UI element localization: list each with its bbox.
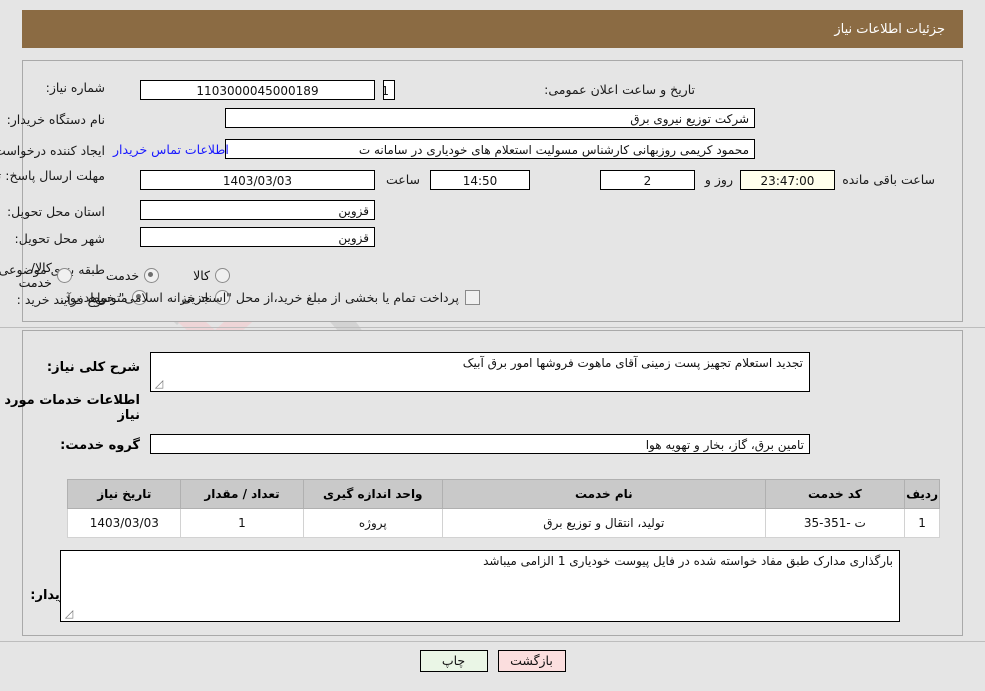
city-label: شهر محل تحویل: (14, 231, 105, 246)
service-group-value: تامین برق، گاز، بخار و تهویه هوا (150, 434, 810, 454)
province-label: استان محل تحویل: (6, 204, 105, 219)
page-title-bar: جزئیات اطلاعات نیاز (22, 10, 963, 48)
need-number-label: شماره نیاز: (45, 80, 105, 95)
table-row: 1ت -351-35 تولید، انتقال و توزیع برق پروژه… (67, 508, 940, 538)
cell-need-date: 1403/03/03 (67, 508, 182, 538)
summary-label: شرح کلی نیاز: (46, 360, 140, 375)
category-radio-group: کالا خدمت کالا/خدمت (0, 260, 230, 290)
summary-text: تجدید استعلام تجهیز پست زمینی آقای ماهوت… (462, 356, 803, 370)
province-value: قزوین (140, 200, 375, 220)
page-title: جزئیات اطلاعات نیاز (834, 21, 945, 37)
deadline-time-label: ساعت (385, 172, 420, 187)
need-number-value: 1103000045000189 (140, 80, 375, 100)
treasury-bond-checkbox[interactable] (465, 290, 480, 305)
cell-row-no: 1 (904, 508, 940, 538)
column-header-1: کد خدمت (764, 479, 906, 509)
deadline-date: 1403/03/03 (140, 170, 375, 190)
buyer-org-label: نام دستگاه خریدار: (6, 112, 105, 127)
buyer-notes-text: بارگذاری مدارک طبق مفاد خواسته شده در فا… (483, 554, 893, 568)
section-divider (0, 327, 985, 328)
category-radio-2[interactable] (56, 267, 72, 283)
requester-value: محمود کریمی روزبهانی کارشناس مسولیت استع… (225, 139, 755, 159)
service-group-label: گروه خدمت: (60, 438, 140, 453)
buyer-notes-textarea[interactable]: بارگذاری مدارک طبق مفاد خواسته شده در فا… (60, 550, 900, 622)
category-label-2: کالا/خدمت (18, 260, 52, 290)
remaining-days: 2 (600, 170, 695, 190)
column-header-3: واحد اندازه گیری (302, 479, 444, 509)
category-label-1: خدمت (105, 267, 140, 283)
services-heading: اطلاعات خدمات مورد نیاز (4, 393, 140, 423)
deadline-time: 14:50 (430, 170, 530, 190)
column-header-4: تعداد / مقدار (180, 479, 304, 509)
cell-unit: پروژه (302, 508, 444, 538)
print-button[interactable]: چاپ (419, 650, 488, 672)
category-radio-0[interactable] (215, 267, 230, 283)
resize-handle-icon[interactable]: ◺ (153, 377, 165, 390)
column-header-0: ردیف (904, 479, 940, 509)
table-header-row: ردیف کد خدمت نام خدمت واحد اندازه گیری تعداد… (67, 479, 940, 509)
buyer-contact-link[interactable]: اطلاعات تماس خریدار (113, 142, 229, 157)
footer-button-bar: بازگشت چاپ (0, 650, 985, 672)
remaining-days-label: روز و (704, 172, 733, 187)
category-option-0[interactable]: کالا (193, 267, 230, 283)
need-number-row: شماره نیاز: (46, 80, 105, 95)
remaining-time-label: ساعت باقی مانده (842, 172, 935, 187)
city-value: قزوین (140, 227, 375, 247)
requester-label: ایجاد کننده درخواست: (0, 143, 105, 158)
cell-service-name: تولید، انتقال و توزیع برق (442, 508, 766, 538)
summary-textarea[interactable]: تجدید استعلام تجهیز پست زمینی آقای ماهوت… (150, 352, 810, 392)
announce-value: 14:31 - 1403/02/31 (383, 80, 395, 100)
category-radio-1[interactable] (144, 267, 160, 283)
footer-divider (0, 641, 985, 642)
cell-service-code: ت -351-35 (764, 508, 906, 538)
deadline-label: مهلت ارسال پاسخ: تا تاریخ: (0, 168, 105, 183)
notes-resize-handle-icon[interactable]: ◺ (63, 607, 75, 620)
cell-quantity: 1 (180, 508, 304, 538)
column-header-2: نام خدمت (442, 479, 766, 509)
announce-label: تاریخ و ساعت اعلان عمومی: (544, 82, 695, 97)
category-option-2[interactable]: کالا/خدمت (19, 260, 72, 290)
remaining-time: 23:47:00 (740, 170, 835, 190)
services-table: ردیف کد خدمت نام خدمت واحد اندازه گیری تعداد… (67, 479, 940, 538)
buyer-org-value: شرکت توزیع نیروی برق (225, 108, 755, 128)
treasury-checkbox-row[interactable]: پرداخت تمام یا بخشی از مبلغ خرید،از محل … (60, 290, 480, 305)
category-option-1[interactable]: خدمت (105, 267, 160, 283)
category-label-0: کالا (193, 267, 210, 283)
back-button[interactable]: بازگشت (497, 650, 566, 672)
treasury-bond-label: پرداخت تمام یا بخشی از مبلغ خرید،از محل … (60, 290, 459, 305)
column-header-5: تاریخ نیاز (67, 479, 182, 509)
